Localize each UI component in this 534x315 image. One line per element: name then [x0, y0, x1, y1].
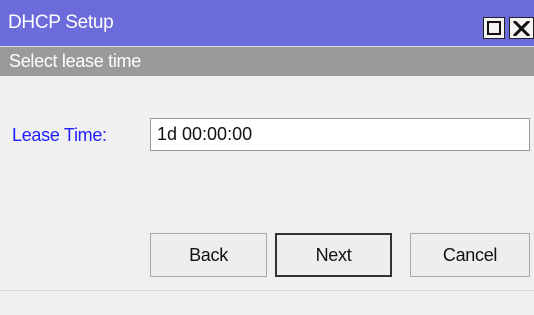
lease-time-input[interactable]: [150, 118, 530, 151]
maximize-icon: [487, 21, 501, 35]
dhcp-setup-dialog: DHCP Setup Select lease time Lease Time:…: [0, 0, 534, 315]
close-icon: [513, 21, 530, 36]
lease-time-label: Lease Time:: [12, 125, 107, 145]
close-button[interactable]: [509, 17, 534, 39]
next-button[interactable]: Next: [275, 233, 392, 277]
back-button[interactable]: Back: [150, 233, 267, 277]
maximize-button[interactable]: [483, 17, 505, 39]
section-header: Select lease time: [0, 46, 534, 76]
cancel-button[interactable]: Cancel: [410, 233, 530, 277]
status-strip: [0, 291, 534, 315]
window-title: DHCP Setup: [8, 12, 114, 33]
title-bar[interactable]: DHCP Setup: [0, 0, 534, 46]
section-title: Select lease time: [9, 51, 141, 71]
